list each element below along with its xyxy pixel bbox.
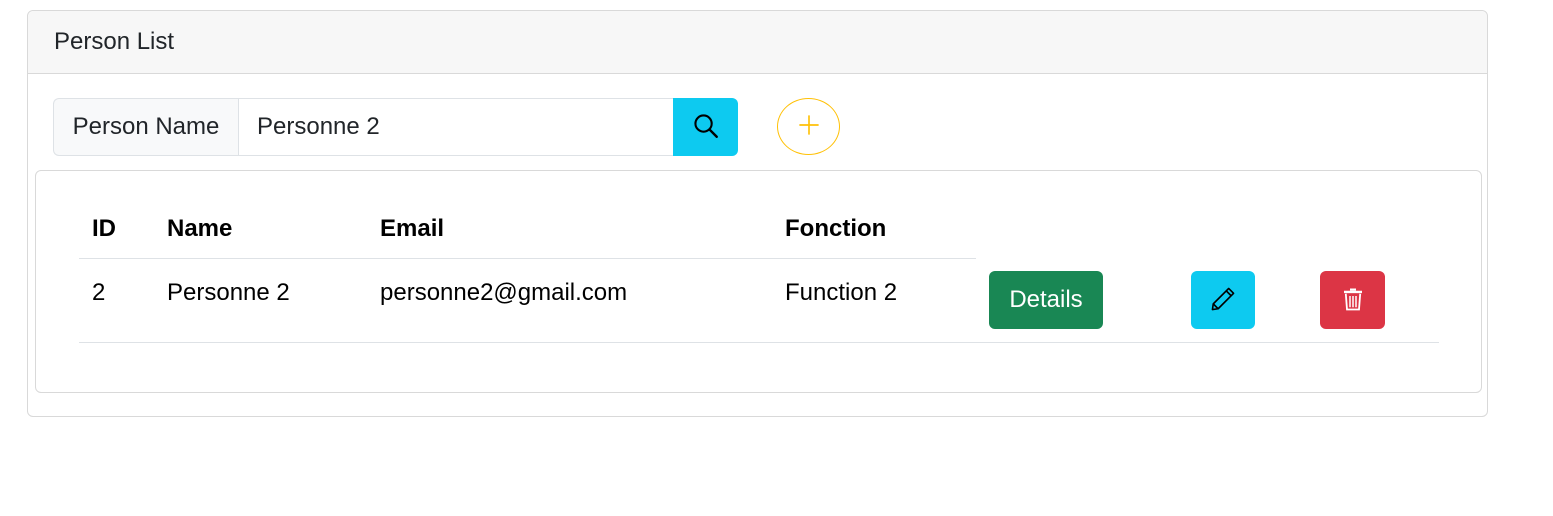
header-divider xyxy=(79,258,976,259)
trash-icon xyxy=(1341,286,1365,315)
column-header-email: Email xyxy=(380,215,445,242)
card-title: Person List xyxy=(54,28,175,55)
row-divider xyxy=(79,342,1439,343)
delete-button[interactable] xyxy=(1320,271,1385,329)
column-header-name: Name xyxy=(167,215,233,242)
column-header-id: ID xyxy=(92,215,116,242)
cell-fonction: Function 2 xyxy=(785,279,898,306)
details-button[interactable]: Details xyxy=(989,271,1103,329)
plus-icon xyxy=(798,114,820,139)
add-person-button[interactable] xyxy=(777,98,840,155)
cell-id: 2 xyxy=(92,279,106,306)
card-header: Person List xyxy=(28,11,1487,74)
search-input[interactable] xyxy=(238,98,673,156)
cell-name: Personne 2 xyxy=(167,279,290,306)
search-icon xyxy=(693,113,719,142)
pencil-icon xyxy=(1210,286,1236,315)
person-list-card: Person List Person Name ID Name Email Fo… xyxy=(27,10,1488,417)
search-label: Person Name xyxy=(53,98,238,156)
column-header-fonction: Fonction xyxy=(785,215,887,242)
search-button[interactable] xyxy=(673,98,738,156)
cell-email: personne2@gmail.com xyxy=(380,279,628,306)
search-group: Person Name xyxy=(53,98,738,156)
table-container: ID Name Email Fonction 2 Personne 2 pers… xyxy=(35,170,1482,393)
edit-button[interactable] xyxy=(1191,271,1255,329)
